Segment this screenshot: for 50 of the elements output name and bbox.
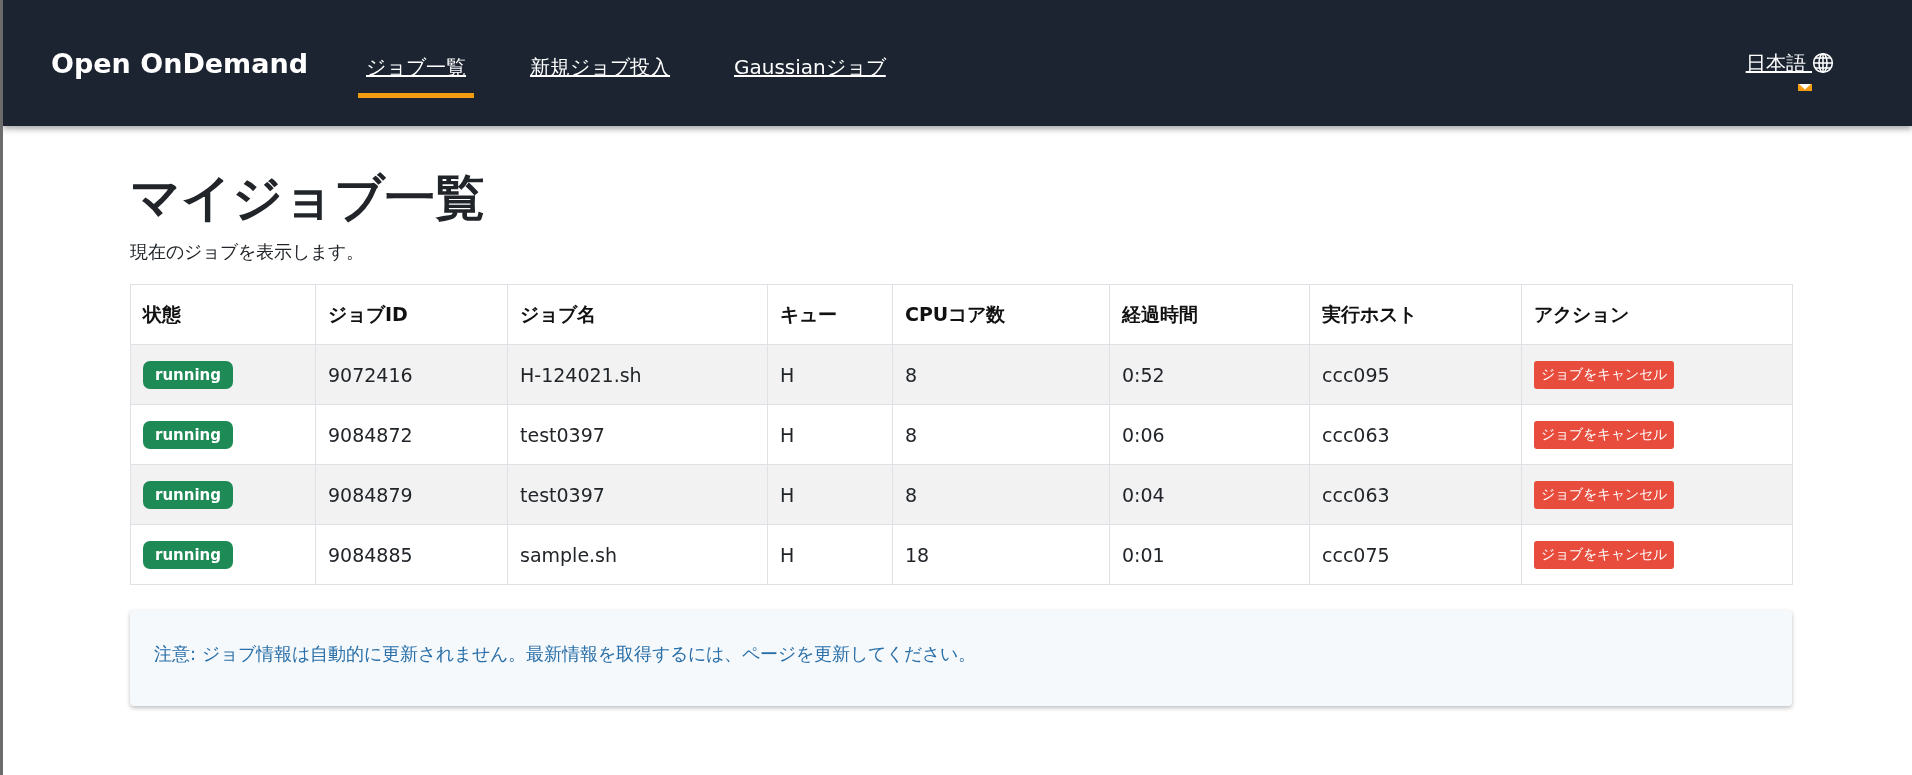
caret-icon[interactable] <box>1797 83 1812 91</box>
column-header: アクション <box>1521 284 1793 345</box>
status-badge: running <box>143 540 233 569</box>
table-cell: 9084885 <box>315 524 508 585</box>
table-cell: test0397 <box>507 404 768 465</box>
column-header: キュー <box>767 284 893 345</box>
nav-link[interactable]: ジョブ一覧 <box>358 43 474 98</box>
table-cell: H <box>767 344 893 405</box>
table-cell: 0:06 <box>1109 404 1310 465</box>
status-badge: running <box>143 360 233 389</box>
table-cell: 8 <box>892 344 1110 405</box>
nav-link[interactable]: Gaussianジョブ <box>726 43 894 98</box>
table-cell: H <box>767 464 893 525</box>
column-header: 状態 <box>130 284 316 345</box>
status-badge: running <box>143 420 233 449</box>
table-cell: H <box>767 404 893 465</box>
globe-icon[interactable] <box>1812 52 1834 74</box>
table-cell: test0397 <box>507 464 768 525</box>
language-link[interactable]: 日本語 <box>1745 49 1812 77</box>
status-badge: running <box>143 480 233 509</box>
column-header: 経過時間 <box>1109 284 1310 345</box>
column-header: 実行ホスト <box>1309 284 1522 345</box>
column-header: ジョブID <box>315 284 508 345</box>
table-cell: ccc063 <box>1309 464 1522 525</box>
table-cell: 8 <box>892 404 1110 465</box>
table-cell: 0:01 <box>1109 524 1310 585</box>
page-title: マイジョブ一覧 <box>130 168 486 228</box>
table-cell: 0:52 <box>1109 344 1310 405</box>
cancel-button[interactable]: ジョブをキャンセル <box>1534 360 1674 389</box>
cancel-button[interactable]: ジョブをキャンセル <box>1534 540 1674 569</box>
table-cell: sample.sh <box>507 524 768 585</box>
notice-text: 注意: ジョブ情報は自動的に更新されません。最新情報を取得するには、ページを更新してください。 <box>154 643 976 664</box>
table-cell: 8 <box>892 464 1110 525</box>
column-header: ジョブ名 <box>507 284 768 345</box>
nav-link[interactable]: 新規ジョブ投入 <box>522 43 678 98</box>
table-cell: 0:04 <box>1109 464 1310 525</box>
table-cell: H <box>767 524 893 585</box>
table-cell: ccc075 <box>1309 524 1522 585</box>
cancel-button[interactable]: ジョブをキャンセル <box>1534 480 1674 509</box>
table-cell: ccc095 <box>1309 344 1522 405</box>
page-subtitle: 現在のジョブを表示します。 <box>130 240 365 264</box>
table-cell: 9072416 <box>315 344 508 405</box>
table-cell: ccc063 <box>1309 404 1522 465</box>
table-cell: 9084872 <box>315 404 508 465</box>
table-cell: 9084879 <box>315 464 508 525</box>
table-cell: 18 <box>892 524 1110 585</box>
column-header: CPUコア数 <box>892 284 1110 345</box>
cancel-button[interactable]: ジョブをキャンセル <box>1534 420 1674 449</box>
brand-title[interactable]: Open OnDemand <box>51 47 308 79</box>
table-cell: H-124021.sh <box>507 344 768 405</box>
